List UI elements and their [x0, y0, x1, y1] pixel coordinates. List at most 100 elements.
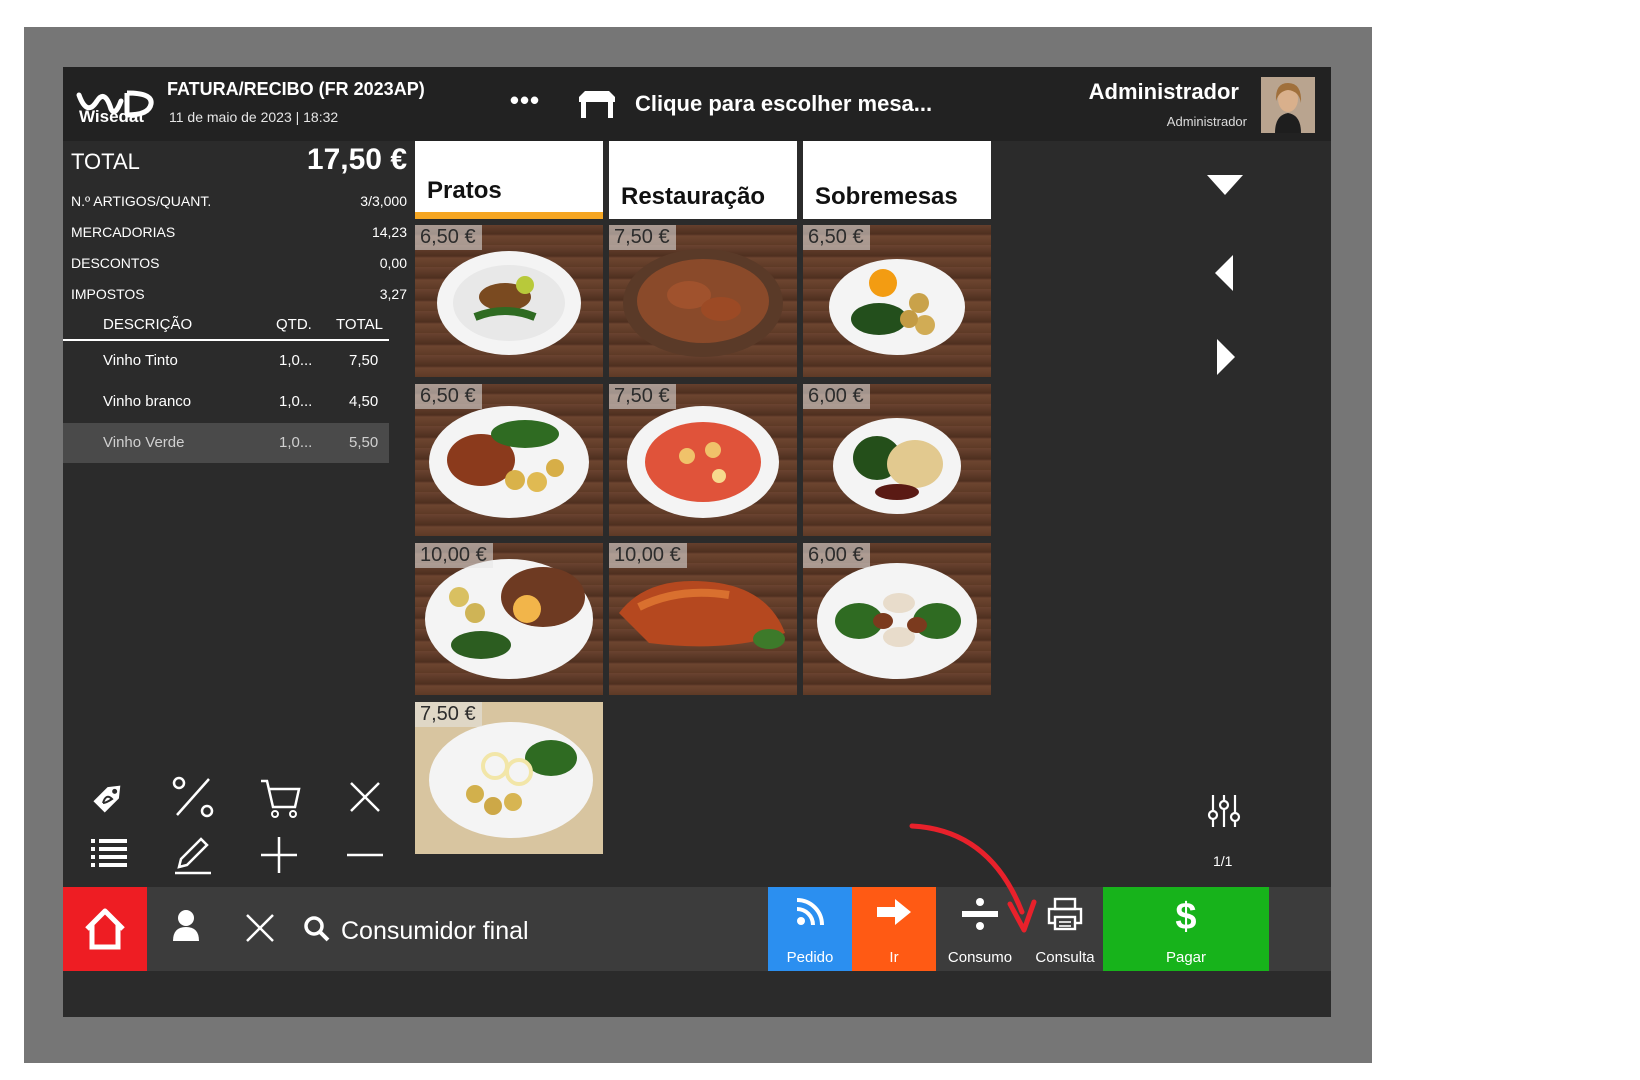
more-options-button[interactable]: ••• [503, 87, 547, 117]
summary-value: 3/3,000 [360, 193, 407, 209]
discount-button[interactable] [163, 771, 223, 823]
increase-quantity-button[interactable] [249, 829, 309, 881]
line-description: Vinho branco [103, 393, 192, 410]
caret-down-icon[interactable] [1205, 173, 1245, 197]
tag-button[interactable] [79, 771, 139, 823]
order-line-selected[interactable]: Vinho Verde 1,0... 5,50 [63, 423, 389, 463]
minus-icon [347, 853, 383, 857]
product-tile[interactable]: 7,50 € [609, 384, 797, 536]
product-tile[interactable]: 10,00 € [415, 543, 603, 695]
product-price: 6,50 € [415, 225, 482, 250]
summary-label: MERCADORIAS [71, 224, 176, 240]
tab-pratos[interactable]: Pratos [415, 141, 603, 219]
product-price: 7,50 € [415, 702, 482, 727]
user-name[interactable]: Administrador [1089, 79, 1239, 105]
tab-label: Sobremesas [815, 183, 958, 210]
product-price: 7,50 € [609, 225, 676, 250]
home-icon [85, 908, 125, 950]
total-label: TOTAL [71, 149, 140, 174]
svg-text:$: $ [1175, 897, 1196, 937]
page-indicator: 1/1 [1213, 853, 1233, 869]
close-icon [350, 782, 380, 812]
order-line[interactable]: Vinho branco 1,0... 4,50 [63, 382, 389, 422]
line-quantity: 1,0... [279, 393, 313, 410]
choose-table-button[interactable]: Clique para escolher mesa... [577, 85, 957, 125]
product-tile[interactable]: 6,50 € [415, 384, 603, 536]
logo-text: Wisedat [79, 107, 145, 126]
line-quantity: 1,0... [279, 434, 313, 451]
product-tile[interactable]: 7,50 € [415, 702, 603, 854]
cart-button[interactable] [249, 771, 309, 823]
consumo-button[interactable]: Consumo [938, 887, 1022, 971]
column-total: TOTAL [336, 316, 383, 333]
line-total: 5,50 [349, 434, 379, 451]
product-tile[interactable]: 7,50 € [609, 225, 797, 377]
avatar-photo [1261, 77, 1315, 133]
pagar-button[interactable]: $ Pagar [1103, 887, 1269, 971]
product-price: 6,00 € [803, 543, 870, 568]
arrow-right-icon [877, 899, 911, 925]
product-tile[interactable]: 6,50 € [415, 225, 603, 377]
customer-search-input[interactable] [339, 913, 763, 949]
product-price: 10,00 € [609, 543, 687, 568]
customer-icon[interactable] [171, 909, 201, 943]
next-page-icon[interactable] [1215, 337, 1237, 377]
consulta-button[interactable]: Consulta [1023, 887, 1107, 971]
delete-line-button[interactable] [335, 771, 395, 823]
product-tile[interactable]: 6,50 € [803, 225, 991, 377]
list-button[interactable] [79, 829, 139, 881]
pedido-label: Pedido [786, 949, 834, 966]
summary-label: DESCONTOS [71, 255, 160, 271]
column-quantity: QTD. [276, 316, 312, 333]
summary-row: DESCONTOS 0,00 [71, 255, 407, 271]
table-icon [579, 91, 615, 118]
table-prompt: Clique para escolher mesa... [635, 91, 933, 116]
consumo-label: Consumo [947, 949, 1013, 966]
search-icon [304, 916, 330, 942]
product-tile[interactable]: 6,00 € [803, 384, 991, 536]
tag-icon [93, 785, 121, 813]
plus-icon [261, 837, 297, 873]
product-price: 6,50 € [415, 384, 482, 409]
summary-row: N.º ARTIGOS/QUANT. 3/3,000 [71, 193, 407, 209]
pedido-button[interactable]: Pedido [768, 887, 852, 971]
user-role: Administrador [1166, 114, 1247, 129]
line-description: Vinho Verde [103, 434, 185, 451]
product-price: 7,50 € [609, 384, 676, 409]
product-price: 6,50 € [803, 225, 870, 250]
clear-customer-icon[interactable] [243, 911, 277, 945]
rss-icon [796, 898, 824, 926]
product-tile[interactable]: 10,00 € [609, 543, 797, 695]
product-price: 10,00 € [415, 543, 493, 568]
column-description: DESCRIÇÃO [103, 316, 193, 333]
previous-page-icon[interactable] [1213, 253, 1235, 293]
home-button[interactable] [63, 887, 147, 971]
percent-icon [172, 776, 214, 818]
document-title[interactable]: FATURA/RECIBO (FR 2023AP) [167, 79, 425, 100]
line-total: 7,50 [349, 352, 379, 369]
avatar[interactable] [1261, 77, 1315, 133]
line-quantity: 1,0... [279, 352, 313, 369]
edit-button[interactable] [163, 829, 223, 881]
bottom-bar: Pedido Ir Consumo Consulta $ [63, 887, 1331, 971]
summary-value: 0,00 [379, 255, 407, 271]
order-line[interactable]: Vinho Tinto 1,0... 7,50 [63, 341, 389, 381]
decrease-quantity-button[interactable] [335, 829, 395, 881]
product-tile[interactable]: 6,00 € [803, 543, 991, 695]
document-date: 11 de maio de 2023 | 18:32 [169, 109, 339, 125]
tab-sobremesas[interactable]: Sobremesas [803, 141, 991, 219]
product-price: 6,00 € [803, 384, 870, 409]
filter-sliders-icon[interactable] [1207, 793, 1241, 829]
line-total: 4,50 [349, 393, 379, 410]
printer-icon [1047, 897, 1083, 931]
ir-label: Ir [889, 949, 899, 966]
line-description: Vinho Tinto [103, 352, 178, 369]
divide-icon [962, 898, 998, 930]
pagar-label: Pagar [1165, 949, 1207, 966]
header-bar: Wisedat FATURA/RECIBO (FR 2023AP) 11 de … [63, 67, 1331, 141]
ir-button[interactable]: Ir [852, 887, 936, 971]
tab-restauracao[interactable]: Restauração [609, 141, 797, 219]
dollar-icon: $ [1175, 897, 1196, 937]
summary-label: N.º ARTIGOS/QUANT. [71, 193, 212, 209]
list-icon [91, 839, 127, 867]
